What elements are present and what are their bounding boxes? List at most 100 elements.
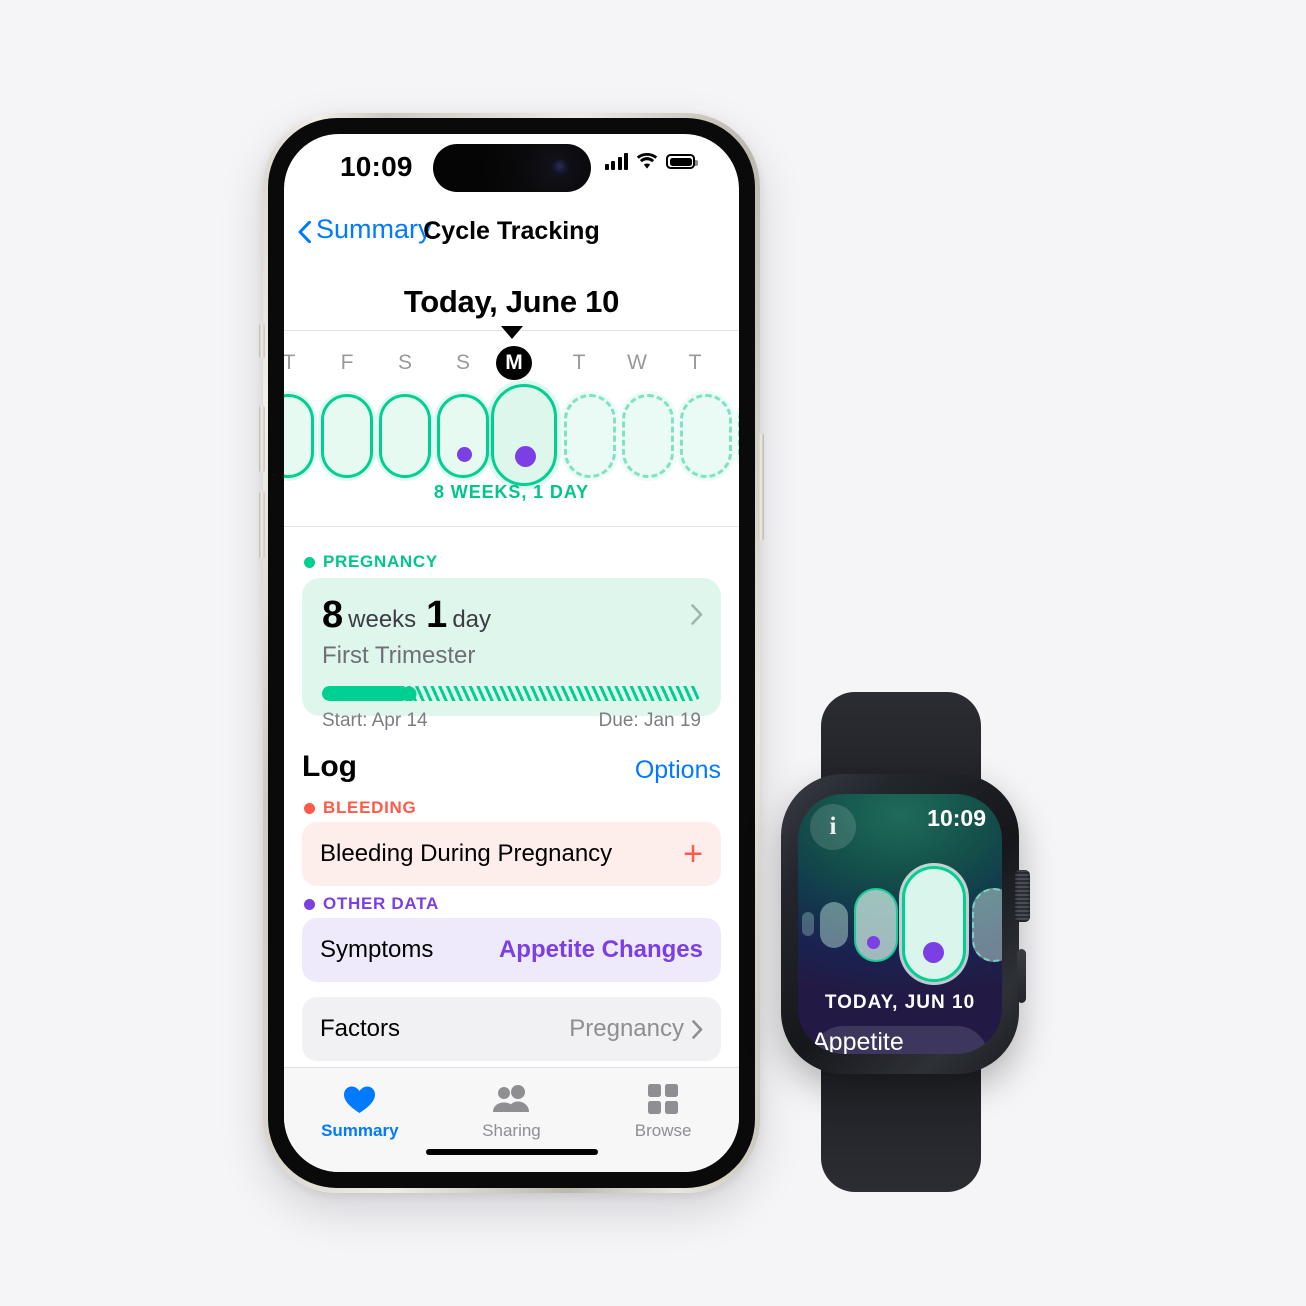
pregnancy-dates: Start: Apr 14 Due: Jan 19 (322, 710, 701, 732)
other-data-dot-icon (304, 898, 315, 910)
progress-fill (322, 686, 410, 701)
options-button[interactable]: Options (635, 756, 721, 785)
pregnancy-duration: 8 weeks 1 day (322, 596, 501, 634)
day-letter-7: T (688, 351, 702, 374)
days-number: 1 (426, 594, 448, 636)
tab-bar: Summary Sharing Browse (284, 1067, 739, 1172)
tab-label: Summary (321, 1121, 399, 1140)
cycle-pill-3[interactable] (437, 394, 489, 478)
watch-pill-0 (820, 902, 848, 948)
day-letter-3: S (455, 351, 470, 374)
watch-appetite-button[interactable]: Appetite Changes (812, 1026, 988, 1054)
watch-today-label: TODAY, JUN 10 (824, 992, 976, 1013)
watch-time: 10:09 (927, 805, 986, 831)
bleeding-label-text: BLEEDING (323, 798, 417, 817)
pregnancy-label-text: PREGNANCY (323, 552, 438, 571)
cycle-pill-1[interactable] (321, 394, 373, 478)
watch-pill-edge-left (802, 912, 814, 936)
volume-down-button[interactable] (259, 491, 265, 559)
watch-cycle-pills (798, 866, 1002, 984)
due-date-label: Due: Jan 19 (598, 710, 701, 731)
page-title: Cycle Tracking (423, 217, 600, 245)
watch-pill-today[interactable] (902, 866, 966, 982)
watch-screen: i 10:09 TODAY, JUN 10 Appetite (798, 794, 1002, 1054)
progress-knob (401, 686, 417, 701)
day-letter-6: W (627, 351, 647, 374)
watch-button-label: Appetite Changes (812, 1028, 904, 1054)
watch-side-button[interactable] (1017, 949, 1026, 1003)
power-button[interactable] (758, 433, 764, 541)
digital-crown[interactable] (1015, 870, 1030, 922)
cycle-pill-8[interactable] (738, 394, 739, 478)
log-title: Log (302, 750, 357, 783)
pregnancy-dot-icon (304, 556, 315, 568)
status-icons (604, 153, 698, 170)
start-date-label: Start: Apr 14 (322, 710, 428, 731)
section-label-bleeding: BLEEDING (304, 798, 416, 818)
row-bleeding-during-pregnancy[interactable]: Bleeding During Pregnancy + (302, 822, 721, 886)
row-label: Bleeding During Pregnancy (320, 840, 613, 867)
row-value: Pregnancy (569, 1015, 684, 1042)
grid-icon (587, 1082, 739, 1116)
cycle-pill-today[interactable] (491, 384, 557, 486)
section-label-other-data: OTHER DATA (304, 894, 439, 914)
status-time: 10:09 (340, 151, 413, 182)
symptom-dot (457, 447, 472, 462)
weeks-unit: weeks (348, 606, 417, 633)
row-factors[interactable]: Factors Pregnancy (302, 997, 721, 1061)
trimester-label: First Trimester (322, 642, 476, 669)
tab-label: Sharing (482, 1121, 541, 1140)
wifi-icon (636, 153, 658, 170)
day-letter-1: F (340, 351, 354, 374)
chevron-right-icon (691, 604, 703, 625)
silent-switch[interactable] (259, 323, 265, 359)
watch-case: i 10:09 TODAY, JUN 10 Appetite (781, 774, 1030, 1074)
tab-summary[interactable]: Summary (284, 1082, 436, 1141)
row-label: Symptoms (320, 936, 434, 963)
add-icon[interactable]: + (683, 837, 703, 871)
dynamic-island (432, 144, 591, 192)
cycle-pill-5[interactable] (564, 394, 616, 478)
front-camera-icon (551, 159, 569, 177)
home-indicator[interactable] (425, 1149, 598, 1155)
divider-strip (284, 526, 739, 527)
status-bar: 10:09 (284, 134, 739, 200)
watch-pill-1[interactable] (854, 888, 898, 962)
day-letter-today: M (496, 346, 532, 380)
people-icon (436, 1082, 588, 1116)
cycle-pill-2[interactable] (379, 394, 431, 478)
weeks-number: 8 (322, 594, 344, 636)
cycle-pill-row (284, 384, 739, 486)
symptom-dot (867, 936, 880, 949)
today-caret-icon (500, 326, 523, 339)
chevron-right-icon (692, 1019, 703, 1039)
row-value-group: Pregnancy (569, 1015, 703, 1043)
symptom-dot-today (923, 942, 944, 963)
weeks-label: 8 WEEKS, 1 DAY (434, 482, 589, 502)
cycle-pill-0[interactable] (284, 394, 314, 478)
tab-label: Browse (634, 1121, 692, 1140)
iphone-screen: 10:09 Summary Cycle Tracking Today, June… (284, 134, 739, 1172)
pregnancy-card[interactable]: 8 weeks 1 day First Trimester Start: Apr… (302, 578, 721, 731)
row-label: Factors (320, 1015, 401, 1042)
iphone-bezel: 10:09 Summary Cycle Tracking Today, June… (268, 118, 755, 1188)
symptom-dot-today (515, 446, 536, 467)
day-letter-row: T F S S M T W T (284, 346, 739, 380)
row-symptoms[interactable]: Symptoms Appetite Changes (302, 918, 721, 982)
volume-up-button[interactable] (259, 405, 265, 473)
cycle-strip[interactable]: T F S S M T W T 8 WEEKS, 1 DAY (284, 326, 739, 530)
day-letter-2: S (397, 351, 412, 374)
info-button[interactable]: i (810, 804, 856, 850)
cycle-pill-6[interactable] (622, 394, 674, 478)
scene: 10:09 Summary Cycle Tracking Today, June… (0, 0, 1306, 1306)
day-letter-0: T (284, 351, 296, 374)
tab-sharing[interactable]: Sharing (436, 1082, 588, 1141)
heart-icon (284, 1082, 436, 1116)
cellular-signal-icon (604, 153, 628, 170)
cycle-pill-7[interactable] (680, 394, 732, 478)
watch-pill-3[interactable] (972, 888, 1002, 962)
tab-browse[interactable]: Browse (587, 1082, 739, 1141)
pregnancy-progress-bar (322, 686, 701, 701)
section-label-pregnancy: PREGNANCY (304, 552, 438, 572)
day-letter-5: T (572, 351, 586, 374)
